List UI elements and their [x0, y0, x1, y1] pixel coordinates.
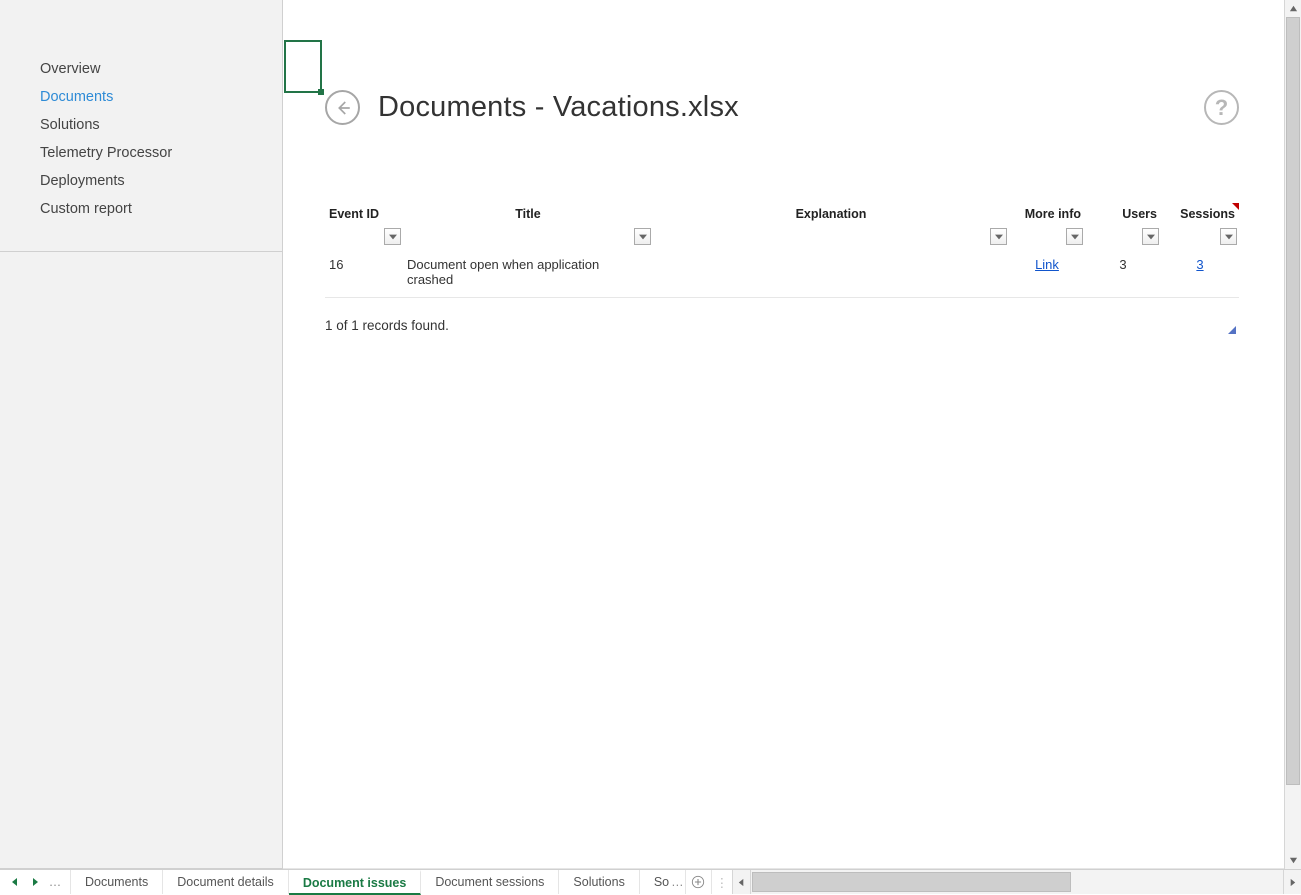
filter-event-id[interactable]: [384, 228, 401, 245]
cell-sessions: 3: [1161, 247, 1239, 298]
chevron-down-icon: [1147, 234, 1155, 240]
triangle-left-icon: [737, 878, 746, 887]
cell-explanation: [653, 247, 1009, 298]
plus-circle-icon: [691, 875, 705, 889]
sheet-tab-bar: … Documents Document details Document is…: [0, 869, 1301, 894]
filter-explanation[interactable]: [990, 228, 1007, 245]
issues-table: Event ID Title Explanation More inf: [325, 203, 1239, 333]
horizontal-scroll-track[interactable]: [751, 870, 1283, 894]
back-button[interactable]: [325, 90, 360, 125]
col-sessions-label: Sessions: [1180, 207, 1235, 221]
triangle-right-icon: [30, 877, 40, 887]
tab-truncated[interactable]: So…: [640, 870, 686, 894]
filter-sessions[interactable]: [1220, 228, 1237, 245]
scroll-right-button[interactable]: [1283, 870, 1301, 894]
record-count: 1 of 1 records found.: [325, 318, 1239, 333]
sheet-nav-more[interactable]: …: [46, 875, 64, 889]
triangle-right-icon: [1288, 878, 1297, 887]
sidebar-item-documents[interactable]: Documents: [0, 83, 282, 111]
col-event-id-label: Event ID: [329, 207, 379, 221]
col-event-id: Event ID: [325, 203, 403, 247]
sidebar: Overview Documents Solutions Telemetry P…: [0, 0, 283, 869]
cell-more-info: Link: [1009, 247, 1085, 298]
chevron-down-icon: [1071, 234, 1079, 240]
question-mark-icon: ?: [1215, 95, 1228, 121]
more-info-link[interactable]: Link: [1035, 257, 1059, 272]
chevron-down-icon: [995, 234, 1003, 240]
chevron-down-icon: [639, 234, 647, 240]
chevron-down-icon: [1225, 234, 1233, 240]
sessions-link[interactable]: 3: [1196, 257, 1203, 272]
page-title: Documents - Vacations.xlsx: [378, 91, 739, 124]
col-title-label: Title: [515, 207, 540, 221]
tab-splitter[interactable]: ⋮: [712, 870, 732, 894]
col-title: Title: [403, 203, 653, 247]
col-sessions: Sessions: [1161, 203, 1239, 247]
horizontal-scrollbar[interactable]: [732, 870, 1301, 894]
table-row[interactable]: 16 Document open when application crashe…: [325, 247, 1239, 298]
tab-solutions[interactable]: Solutions: [559, 870, 639, 894]
scroll-down-button[interactable]: [1285, 852, 1301, 869]
sheet-nav-next[interactable]: [26, 877, 44, 887]
tab-document-sessions[interactable]: Document sessions: [421, 870, 559, 894]
vertical-scrollbar[interactable]: [1284, 0, 1301, 869]
add-sheet-button[interactable]: [686, 870, 712, 894]
horizontal-scroll-thumb[interactable]: [752, 872, 1071, 892]
arrow-left-icon: [334, 99, 352, 117]
col-more-info: More info: [1009, 203, 1085, 247]
col-explanation-label: Explanation: [796, 207, 867, 221]
scroll-left-button[interactable]: [733, 870, 751, 894]
col-explanation: Explanation: [653, 203, 1009, 247]
tab-documents[interactable]: Documents: [71, 870, 163, 894]
triangle-up-icon: [1289, 4, 1298, 13]
filter-users[interactable]: [1142, 228, 1159, 245]
cell-event-id: 16: [325, 247, 403, 298]
col-users: Users: [1085, 203, 1161, 247]
tab-document-issues[interactable]: Document issues: [289, 870, 422, 895]
chevron-down-icon: [389, 234, 397, 240]
col-more-info-label: More info: [1025, 207, 1081, 221]
scroll-up-button[interactable]: [1285, 0, 1301, 17]
sidebar-item-deployments[interactable]: Deployments: [0, 167, 282, 195]
vertical-scroll-track[interactable]: [1285, 17, 1301, 852]
resize-handle-icon[interactable]: [1228, 326, 1236, 334]
triangle-left-icon: [10, 877, 20, 887]
filter-more-info[interactable]: [1066, 228, 1083, 245]
sheet-nav: …: [0, 870, 71, 894]
col-users-label: Users: [1122, 207, 1157, 221]
sidebar-item-overview[interactable]: Overview: [0, 55, 282, 83]
sheet-nav-prev[interactable]: [6, 877, 24, 887]
cell-title: Document open when application crashed: [403, 247, 653, 298]
ellipsis-icon: …: [671, 875, 684, 889]
main-pane: Documents - Vacations.xlsx ?: [283, 0, 1284, 869]
tab-truncated-label: So: [654, 875, 669, 889]
tab-document-details[interactable]: Document details: [163, 870, 289, 894]
help-button[interactable]: ?: [1204, 90, 1239, 125]
sidebar-item-custom-report[interactable]: Custom report: [0, 195, 282, 223]
sidebar-item-telemetry-processor[interactable]: Telemetry Processor: [0, 139, 282, 167]
triangle-down-icon: [1289, 856, 1298, 865]
active-cell-indicator: [284, 40, 322, 93]
cell-users: 3: [1085, 247, 1161, 298]
vertical-scroll-thumb[interactable]: [1286, 17, 1300, 785]
filter-title[interactable]: [634, 228, 651, 245]
sidebar-item-solutions[interactable]: Solutions: [0, 111, 282, 139]
